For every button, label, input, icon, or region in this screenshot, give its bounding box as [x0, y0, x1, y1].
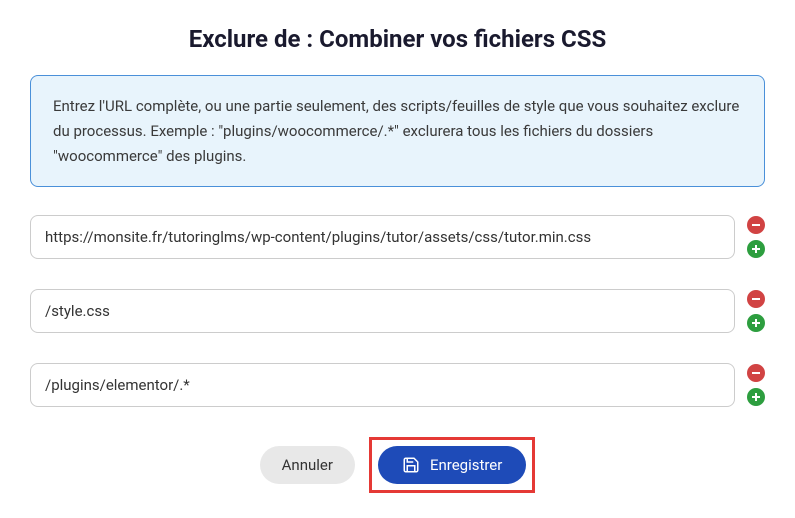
minus-icon	[751, 220, 761, 230]
save-button-label: Enregistrer	[430, 456, 502, 474]
exclude-input-2[interactable]	[30, 289, 735, 333]
exclude-row	[30, 289, 765, 333]
row-controls	[747, 216, 765, 258]
row-controls	[747, 364, 765, 406]
minus-icon	[751, 368, 761, 378]
footer-actions: Annuler Enregistrer	[30, 437, 765, 493]
add-row-button[interactable]	[747, 314, 765, 332]
plus-icon	[751, 392, 761, 402]
save-highlight-box: Enregistrer	[369, 437, 535, 493]
save-button[interactable]: Enregistrer	[378, 446, 526, 484]
add-row-button[interactable]	[747, 388, 765, 406]
plus-icon	[751, 318, 761, 328]
exclude-row	[30, 215, 765, 259]
save-icon	[402, 456, 420, 474]
plus-icon	[751, 244, 761, 254]
exclude-input-3[interactable]	[30, 363, 735, 407]
cancel-button[interactable]: Annuler	[260, 446, 355, 484]
remove-row-button[interactable]	[747, 364, 765, 382]
info-box: Entrez l'URL complète, ou une partie seu…	[30, 75, 765, 187]
exclude-row	[30, 363, 765, 407]
exclude-input-1[interactable]	[30, 215, 735, 259]
remove-row-button[interactable]	[747, 216, 765, 234]
page-title: Exclure de : Combiner vos fichiers CSS	[30, 25, 765, 53]
minus-icon	[751, 294, 761, 304]
add-row-button[interactable]	[747, 240, 765, 258]
remove-row-button[interactable]	[747, 290, 765, 308]
row-controls	[747, 290, 765, 332]
